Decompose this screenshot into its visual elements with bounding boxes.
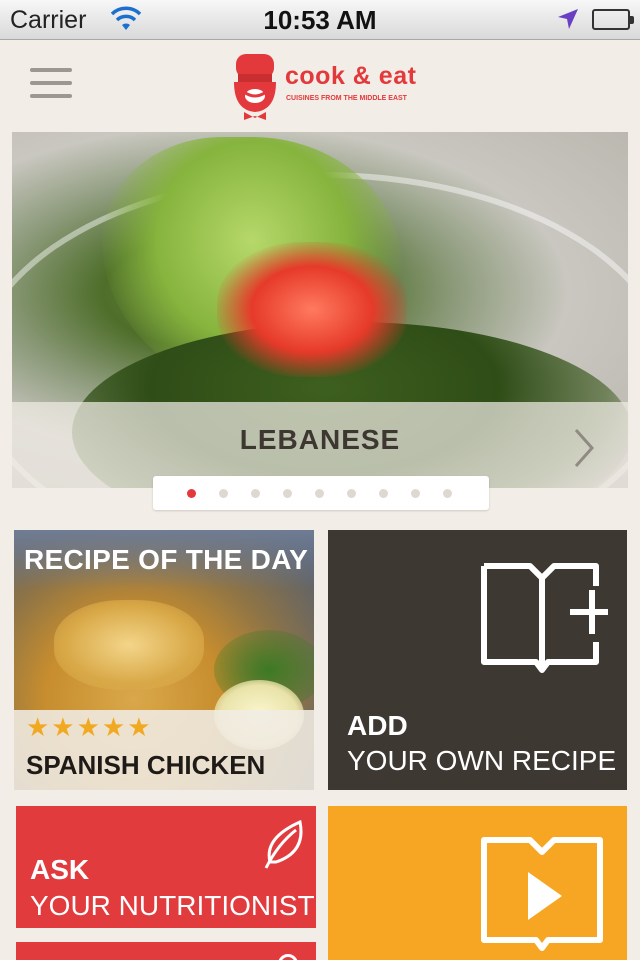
carousel-dot[interactable]	[379, 488, 388, 498]
battery-icon	[592, 9, 634, 30]
status-time: 10:53 AM	[263, 5, 377, 35]
status-bar: Carrier 10:53 AM	[0, 0, 640, 40]
carousel-image-tomato	[217, 242, 407, 377]
book-play-icon	[481, 837, 603, 951]
leaf-icon	[264, 819, 303, 869]
partial-icon	[278, 954, 298, 960]
carousel-dot[interactable]	[315, 488, 324, 498]
app-logo: cook & eat CUISINES FROM THE MIDDLE EAST	[230, 52, 430, 122]
ask-line1: ASK	[30, 854, 90, 885]
chef-mascot-icon	[234, 54, 276, 120]
cuisine-carousel[interactable]: LEBANESE	[12, 132, 628, 488]
carousel-dot[interactable]	[443, 488, 452, 498]
carousel-dot[interactable]	[411, 488, 420, 498]
hamburger-menu-icon[interactable]	[30, 68, 72, 100]
add-recipe-line1: ADD	[347, 710, 408, 741]
recipe-of-the-day-title: RECIPE OF THE DAY	[24, 544, 309, 575]
add-recipe-line2: YOUR OWN RECIPE	[347, 745, 617, 776]
video-recipes-tile[interactable]	[328, 806, 627, 960]
location-arrow-icon	[556, 7, 580, 36]
carousel-dot[interactable]	[283, 488, 292, 498]
star-rating: ★★★★★	[26, 712, 153, 742]
book-plus-icon	[481, 563, 608, 673]
chevron-right-icon[interactable]	[572, 428, 596, 473]
logo-name: cook & eat	[285, 62, 417, 90]
carousel-caption: LEBANESE	[239, 424, 401, 455]
carousel-dot[interactable]	[251, 488, 260, 498]
carousel-dot[interactable]	[219, 488, 228, 498]
ask-line2: YOUR NUTRITIONIST	[30, 890, 315, 921]
carousel-dot[interactable]	[187, 488, 196, 498]
ask-nutritionist-tile[interactable]: ASK YOUR NUTRITIONIST	[16, 806, 316, 928]
add-recipe-tile[interactable]: ADD YOUR OWN RECIPE	[328, 530, 627, 790]
carousel-page-indicator[interactable]	[153, 476, 489, 510]
logo-tagline: CUISINES FROM THE MIDDLE EAST	[286, 95, 407, 102]
carousel-dot[interactable]	[347, 488, 356, 498]
recipe-of-the-day-tile[interactable]: RECIPE OF THE DAY ★★★★★ SPANISH CHICKEN	[14, 530, 314, 790]
recipe-name: SPANISH CHICKEN	[26, 750, 266, 780]
next-red-tile[interactable]	[16, 942, 316, 960]
recipe-image-chicken	[54, 600, 204, 690]
